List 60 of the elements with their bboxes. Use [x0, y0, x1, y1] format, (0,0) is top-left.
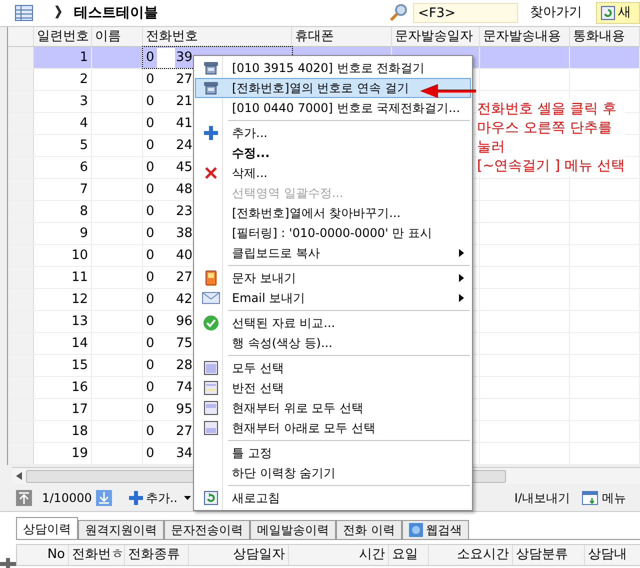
table-cell-text: 34 — [176, 444, 193, 463]
table-cell: 18 — [34, 421, 92, 442]
table-cell-text: 45 — [176, 158, 193, 177]
table-cell-text: 21 — [176, 92, 193, 111]
table-cell-text: 74 — [176, 378, 193, 397]
table-cell-text: 0 — [145, 114, 156, 133]
record-counter: 1/10000 — [42, 490, 92, 506]
table-cell-text: 23 — [176, 202, 193, 221]
table-cell-text: 0 — [145, 312, 156, 331]
table-cell-text: 40 — [176, 246, 193, 265]
table-cell: 13 — [34, 311, 92, 332]
table-cell-text: 0 — [145, 290, 156, 309]
table-cell: 16 — [34, 377, 92, 398]
table-cell: 5 — [34, 135, 92, 156]
table-cell: 19 — [34, 443, 92, 464]
table-cell: 17 — [34, 399, 92, 420]
table-cell: 15 — [34, 355, 92, 376]
annotation-text: 전화번호 셀을 클릭 후 마우스 오른쪽 단추를 눌러 [~연속걸기 ] 메뉴 선택 — [477, 100, 626, 176]
table-cell-text: 0 — [145, 202, 156, 221]
table-cell-text: 0 — [145, 356, 156, 375]
table-cell-text: 0 — [145, 268, 156, 287]
window-title: 》 테스트테이블 — [55, 4, 158, 22]
table-cell-text: 28 — [176, 356, 193, 375]
table-cell-text: 39 — [176, 48, 193, 67]
table-cell-text: 41 — [176, 114, 193, 133]
table-cell-text: 0 — [145, 48, 156, 67]
table-cell-text: 27 — [176, 422, 193, 441]
table-cell-text: 75 — [176, 334, 193, 353]
table-cell-text: 27 — [176, 70, 193, 89]
table-cell-text: 96 — [176, 312, 193, 331]
table-cell: 1 — [34, 47, 92, 68]
table-cell-text: 0 — [145, 158, 156, 177]
table-cell: 14 — [34, 333, 92, 354]
table-cell-text: 48 — [176, 180, 193, 199]
table-cell-text: 0 — [145, 224, 156, 243]
table-cell: 6 — [34, 157, 92, 178]
table-cell: 3 — [34, 91, 92, 112]
table-cell-text: 0 — [145, 334, 156, 353]
table-cell-text: 0 — [145, 136, 156, 155]
table-cell: 10 — [34, 245, 92, 266]
table-cell-text: 95 — [176, 400, 193, 419]
table-cell-text: 0 — [145, 246, 156, 265]
table-cell-text: 0 — [145, 378, 156, 397]
table-cell-text: 0 — [145, 422, 156, 441]
table-cell-text: 24 — [176, 136, 193, 155]
table-cell: 7 — [34, 179, 92, 200]
table-cell: 4 — [34, 113, 92, 134]
table-cell: 2 — [34, 69, 92, 90]
table-cell: 12 — [34, 289, 92, 310]
table-cell-text: 0 — [145, 92, 156, 111]
table-cell-text: 42 — [176, 290, 193, 309]
table-cell-text: 0 — [145, 444, 156, 463]
table-cell: 9 — [34, 223, 92, 244]
table-cell: 11 — [34, 267, 92, 288]
table-cell-text: 0 — [145, 70, 156, 89]
table-cell-text: 0 — [145, 180, 156, 199]
table-cell-text: 38 — [176, 224, 193, 243]
table-cell: 8 — [34, 201, 92, 222]
table-cell-text: 27 — [176, 268, 193, 287]
table-cell-text: 0 — [145, 400, 156, 419]
